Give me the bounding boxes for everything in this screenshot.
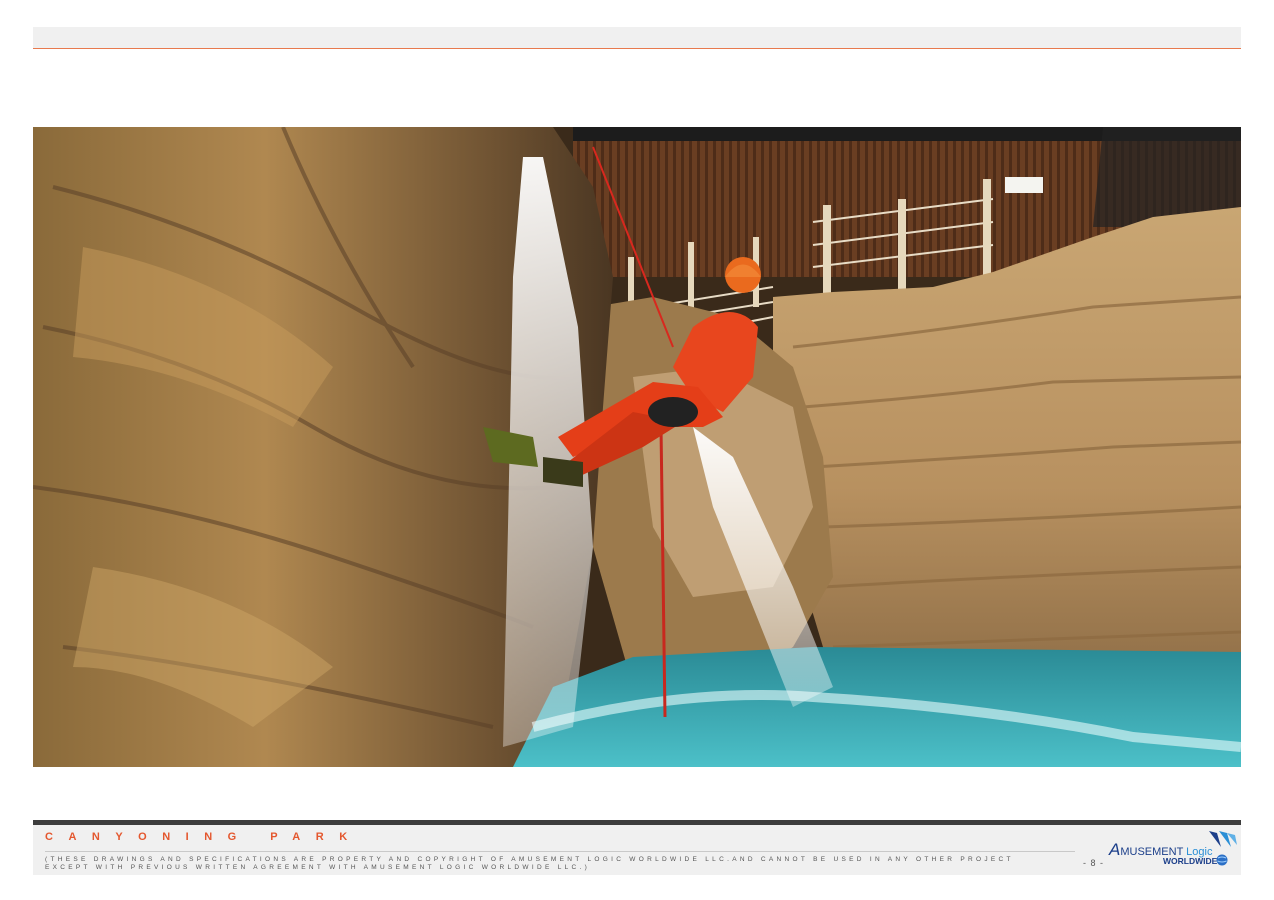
amusement-logic-logo: AMUSEMENT Logic WORLDWIDE — [1107, 829, 1237, 869]
globe-icon — [1216, 854, 1228, 866]
canyoning-scene — [33, 127, 1241, 767]
disclaimer-line-1: (THESE DRAWINGS AND SPECIFICATIONS ARE P… — [45, 856, 1014, 863]
logo-worldwide: WORLDWIDE — [1163, 856, 1218, 866]
canyoning-photo — [33, 127, 1241, 767]
page-number: - 8 - — [1083, 858, 1105, 868]
header-rule — [33, 48, 1241, 49]
footer: CANYONING PARK (THESE DRAWINGS AND SPECI… — [33, 825, 1241, 875]
project-title: CANYONING PARK — [45, 831, 363, 843]
copyright-disclaimer: (THESE DRAWINGS AND SPECIFICATIONS ARE P… — [45, 856, 1045, 872]
logo-initial: A — [1109, 840, 1121, 859]
disclaimer-line-2: EXCEPT WITH PREVIOUS WRITTEN AGREEMENT W… — [45, 864, 591, 871]
header-band — [33, 27, 1241, 48]
footer-divider — [45, 851, 1075, 852]
